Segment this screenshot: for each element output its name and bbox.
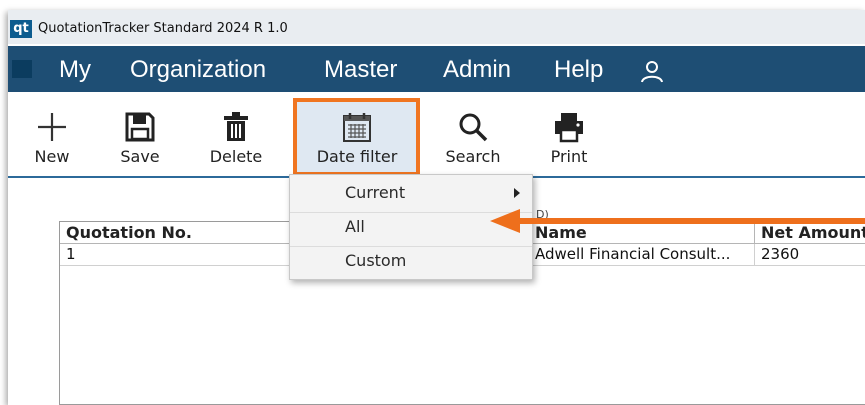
save-label: Save xyxy=(120,147,160,166)
annotation-arrow-icon xyxy=(490,209,865,233)
table-row-cell-net-amount[interactable]: 2360 xyxy=(755,244,865,266)
menu-corner-block xyxy=(12,60,32,78)
menu-admin[interactable]: Admin xyxy=(443,56,511,84)
print-label: Print xyxy=(550,147,588,166)
printer-icon xyxy=(555,113,583,143)
menu-item-custom[interactable]: Custom xyxy=(290,247,532,280)
search-icon xyxy=(459,113,488,142)
app-logo-icon: qt xyxy=(10,20,32,38)
title-bar: qt QuotationTracker Standard 2024 R 1.0 xyxy=(8,10,865,44)
menu-my[interactable]: My xyxy=(59,56,91,84)
table-row-cell-name[interactable]: Adwell Financial Consult... xyxy=(529,244,755,266)
date-filter-highlight-box xyxy=(293,98,420,176)
menu-item-all-label: All xyxy=(345,217,365,236)
trash-icon xyxy=(224,112,248,141)
search-button[interactable]: Search xyxy=(444,110,502,166)
window-title: QuotationTracker Standard 2024 R 1.0 xyxy=(38,21,288,36)
menu-organization[interactable]: Organization xyxy=(130,56,266,84)
floppy-disk-icon xyxy=(125,112,155,142)
toolbar: New Save Delete Date filter Search Print xyxy=(8,96,865,178)
submenu-arrow-icon xyxy=(514,188,520,198)
column-header-quotation-no[interactable]: Quotation No. xyxy=(60,222,295,244)
print-button[interactable]: Print xyxy=(543,110,595,166)
new-button[interactable]: New xyxy=(26,110,78,166)
menu-bar: My Organization Master Admin Help xyxy=(8,46,865,92)
menu-master[interactable]: Master xyxy=(324,56,397,84)
delete-label: Delete xyxy=(209,147,263,166)
plus-icon xyxy=(38,113,66,141)
menu-item-current-label: Current xyxy=(345,183,406,202)
new-label: New xyxy=(34,147,70,166)
user-icon[interactable] xyxy=(640,59,664,83)
menu-item-custom-label: Custom xyxy=(345,251,407,270)
delete-button[interactable]: Delete xyxy=(204,110,268,166)
table-row-cell-quotation-no[interactable]: 1 xyxy=(60,244,295,266)
save-button[interactable]: Save xyxy=(114,110,166,166)
search-label: Search xyxy=(445,147,501,166)
menu-help[interactable]: Help xyxy=(554,56,603,84)
